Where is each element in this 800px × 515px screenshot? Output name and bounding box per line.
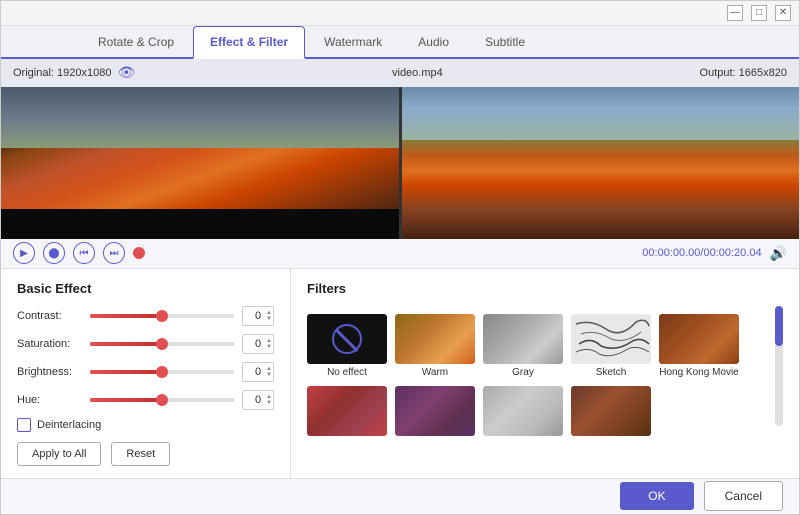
saturation-down[interactable]: ▼ [266, 344, 272, 350]
filter-label-no-effect: No effect [327, 367, 367, 378]
contrast-slider[interactable] [90, 314, 234, 318]
playback-bar: ▶ ⬤ ⏮ ⏭ 00:00:00.00/00:00:20.04 🔊 [1, 239, 799, 269]
prev-frame-button[interactable]: ⏮ [73, 242, 95, 264]
filter-panel: Filters No effect Warm [291, 269, 799, 478]
reset-button[interactable]: Reset [111, 442, 170, 466]
saturation-value-box[interactable]: 0 ▲ ▼ [242, 334, 274, 354]
filename-label: video.mp4 [392, 67, 443, 79]
time-display: 00:00:00.00/00:00:20.04 [642, 247, 761, 259]
filter-label-sketch: Sketch [596, 367, 627, 378]
sketch-svg [571, 314, 651, 364]
output-label: Output: 1665x820 [700, 67, 787, 79]
contrast-label: Contrast: [17, 310, 82, 322]
deinterlace-row: Deinterlacing [17, 418, 274, 432]
video-preview-right [402, 87, 800, 239]
brightness-row: Brightness: 0 ▲ ▼ [17, 362, 274, 382]
brightness-down[interactable]: ▼ [266, 372, 272, 378]
tab-bar: Rotate & Crop Effect & Filter Watermark … [1, 26, 799, 59]
filter-item-r5[interactable] [571, 386, 651, 439]
brightness-value-box[interactable]: 0 ▲ ▼ [242, 362, 274, 382]
videos-container [1, 87, 799, 239]
stop-button[interactable]: ⬤ [43, 242, 65, 264]
filter-thumb-r2 [307, 386, 387, 436]
filter-thumb-hong-kong [659, 314, 739, 364]
original-label: Original: 1920x1080 [13, 67, 111, 79]
hue-value-box[interactable]: 0 ▲ ▼ [242, 390, 274, 410]
preview-area: Original: 1920x1080 👁 video.mp4 Output: … [1, 59, 799, 239]
title-bar: — □ ✕ [1, 1, 799, 26]
playback-controls: ▶ ⬤ ⏮ ⏭ [13, 242, 145, 264]
original-info: Original: 1920x1080 👁 [13, 64, 135, 81]
tab-subtitle[interactable]: Subtitle [468, 26, 542, 57]
footer: OK Cancel [1, 478, 799, 514]
bottom-panel: Basic Effect Contrast: 0 ▲ ▼ Satu [1, 269, 799, 478]
volume-icon[interactable]: 🔊 [770, 245, 787, 262]
brightness-slider[interactable] [90, 370, 234, 374]
visibility-icon[interactable]: 👁 [117, 64, 135, 81]
filter-thumb-gray [483, 314, 563, 364]
preview-info-bar: Original: 1920x1080 👁 video.mp4 Output: … [1, 59, 799, 87]
filter-label-warm: Warm [422, 367, 448, 378]
effect-panel: Basic Effect Contrast: 0 ▲ ▼ Satu [1, 269, 291, 478]
effect-buttons: Apply to All Reset [17, 442, 274, 466]
next-frame-button[interactable]: ⏭ [103, 242, 125, 264]
filter-thumb-r5 [571, 386, 651, 436]
filter-item-no-effect[interactable]: No effect [307, 314, 387, 378]
no-effect-icon [332, 324, 362, 354]
hue-value: 0 [255, 394, 261, 406]
hue-slider[interactable] [90, 398, 234, 402]
tab-audio[interactable]: Audio [401, 26, 466, 57]
video-panel-left [1, 87, 402, 239]
hue-row: Hue: 0 ▲ ▼ [17, 390, 274, 410]
filter-item-r4[interactable] [483, 386, 563, 439]
filter-item-warm[interactable]: Warm [395, 314, 475, 378]
saturation-label: Saturation: [17, 338, 82, 350]
filter-item-r2[interactable] [307, 386, 387, 439]
close-button[interactable]: ✕ [775, 5, 791, 21]
brightness-value: 0 [255, 366, 261, 378]
tab-effect-filter[interactable]: Effect & Filter [193, 26, 305, 59]
effect-panel-title: Basic Effect [17, 281, 274, 296]
tab-watermark[interactable]: Watermark [307, 26, 399, 57]
apply-to-all-button[interactable]: Apply to All [17, 442, 101, 466]
app-window: — □ ✕ Rotate & Crop Effect & Filter Wate… [0, 0, 800, 515]
filter-thumb-no-effect [307, 314, 387, 364]
contrast-value-box[interactable]: 0 ▲ ▼ [242, 306, 274, 326]
filter-grid: No effect Warm Gray [307, 314, 765, 439]
video-preview-left [1, 87, 399, 239]
filter-label-gray: Gray [512, 367, 534, 378]
filter-scrollbar-thumb[interactable] [775, 306, 783, 346]
contrast-row: Contrast: 0 ▲ ▼ [17, 306, 274, 326]
filter-item-sketch[interactable]: Sketch [571, 314, 651, 378]
tab-rotate-crop[interactable]: Rotate & Crop [81, 26, 191, 57]
hue-down[interactable]: ▼ [266, 400, 272, 406]
filter-panel-title: Filters [307, 281, 783, 296]
filter-item-hong-kong[interactable]: Hong Kong Movie [659, 314, 739, 378]
deinterlace-label: Deinterlacing [37, 419, 101, 431]
video-panel-right [402, 87, 800, 239]
brightness-label: Brightness: [17, 366, 82, 378]
filter-thumb-r4 [483, 386, 563, 436]
filter-thumb-r3 [395, 386, 475, 436]
hue-label: Hue: [17, 394, 82, 406]
filter-label-hong-kong: Hong Kong Movie [659, 367, 739, 378]
cancel-button[interactable]: Cancel [704, 481, 783, 511]
play-button[interactable]: ▶ [13, 242, 35, 264]
window-controls: — □ ✕ [727, 5, 791, 21]
deinterlace-checkbox[interactable] [17, 418, 31, 432]
saturation-value: 0 [255, 338, 261, 350]
minimize-button[interactable]: — [727, 5, 743, 21]
saturation-row: Saturation: 0 ▲ ▼ [17, 334, 274, 354]
filter-scrollbar[interactable] [775, 306, 783, 426]
filter-thumb-warm [395, 314, 475, 364]
maximize-button[interactable]: □ [751, 5, 767, 21]
contrast-down[interactable]: ▼ [266, 316, 272, 322]
saturation-slider[interactable] [90, 342, 234, 346]
contrast-value: 0 [255, 310, 261, 322]
filter-item-r3[interactable] [395, 386, 475, 439]
filter-item-gray[interactable]: Gray [483, 314, 563, 378]
ok-button[interactable]: OK [620, 482, 693, 510]
record-button[interactable] [133, 247, 145, 259]
filter-thumb-sketch [571, 314, 651, 364]
